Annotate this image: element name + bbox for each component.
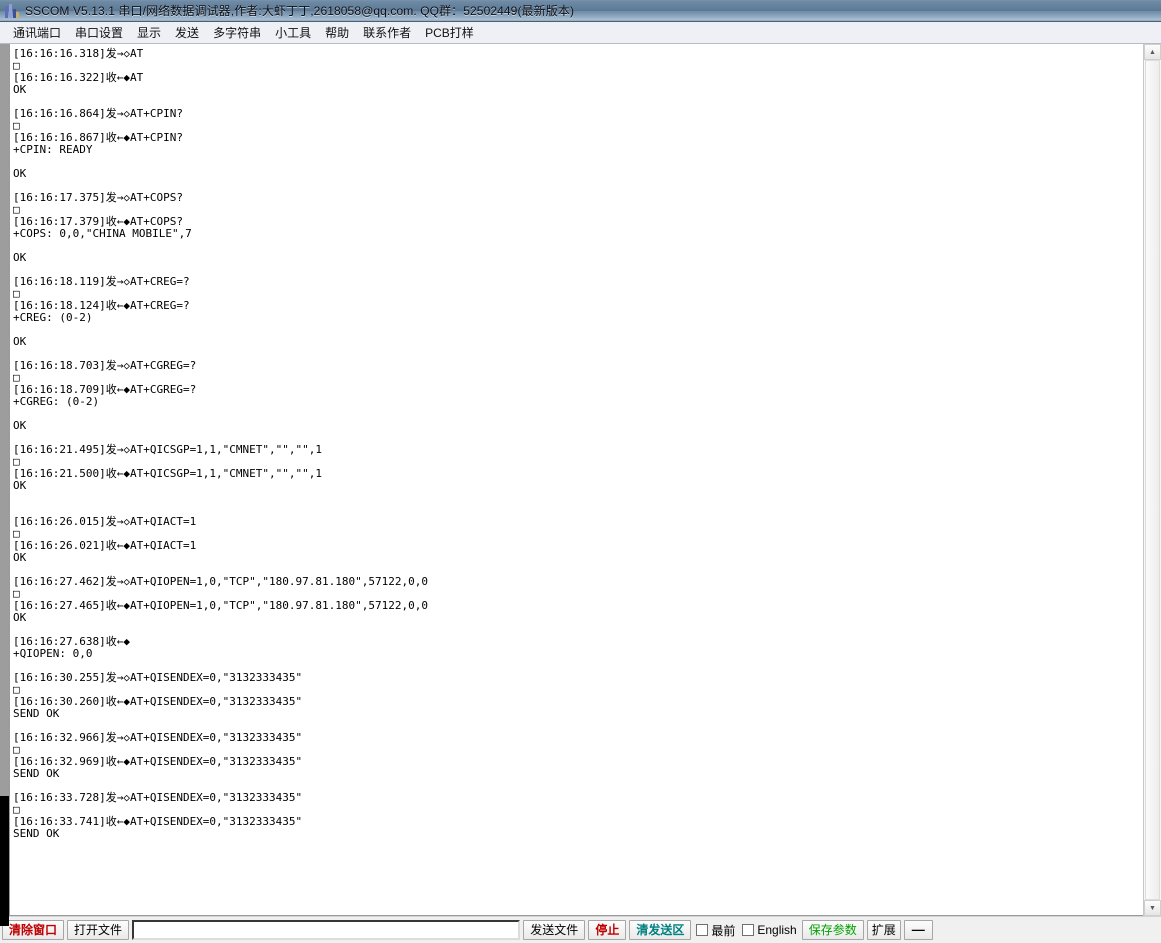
log-line: +CREG: (0-2) [13,311,93,324]
log-line: □ [13,59,20,72]
log-line: [16:16:17.375]发→◇AT+COPS? [13,191,183,204]
log-line: [16:16:30.255]发→◇AT+QISENDEX=0,"31323334… [13,671,303,684]
menu-pcb-proofing[interactable]: PCB打样 [418,22,481,43]
sscom-window: SSCOM V5.13.1 串口/网络数据调试器,作者:大虾丁丁,2618058… [0,0,1161,943]
log-line: +CPIN: READY [13,143,93,156]
bottom-toolbar: 清除窗口 打开文件 发送文件 停止 清发送区 最前 English 保存参数 扩… [0,916,1161,943]
menu-serial-settings[interactable]: 串口设置 [68,22,130,43]
clear-send-area-button[interactable]: 清发送区 [629,920,692,940]
window-title: SSCOM V5.13.1 串口/网络数据调试器,作者:大虾丁丁,2618058… [25,4,575,18]
menu-display[interactable]: 显示 [130,22,168,43]
scroll-up-arrow-icon[interactable]: ▲ [1144,44,1161,60]
topmost-label: 最前 [711,923,736,938]
log-line: OK [13,479,27,492]
log-line: [16:16:33.728]发→◇AT+QISENDEX=0,"31323334… [13,791,303,804]
log-line: +CGREG: (0-2) [13,395,100,408]
log-line: [16:16:30.260]收←◆AT+QISENDEX=0,"31323334… [13,695,303,708]
send-text-input[interactable] [132,920,521,940]
log-line: [16:16:33.741]收←◆AT+QISENDEX=0,"31323334… [13,815,303,828]
log-line: [16:16:32.966]发→◇AT+QISENDEX=0,"31323334… [13,731,303,744]
log-line: +QIOPEN: 0,0 [13,647,93,660]
log-line: [16:16:16.864]发→◇AT+CPIN? [13,107,183,120]
log-line: [16:16:27.638]收←◆ [13,635,130,648]
english-label: English [757,923,797,937]
log-line: [16:16:18.703]发→◇AT+CGREG=? [13,359,197,372]
log-line: [16:16:21.500]收←◆AT+QICSGP=1,1,"CMNET","… [13,467,323,480]
menu-help[interactable]: 帮助 [318,22,356,43]
menu-multi-string[interactable]: 多字符串 [206,22,268,43]
log-line: [16:16:18.119]发→◇AT+CREG=? [13,275,190,288]
stop-button[interactable]: 停止 [588,920,627,940]
menu-send[interactable]: 发送 [168,22,206,43]
log-line: OK [13,419,27,432]
vertical-scrollbar-thumb[interactable] [1145,60,1160,900]
log-line: SEND OK [13,827,60,840]
sscom-app-icon [4,3,20,19]
left-scrollbar[interactable] [0,44,10,926]
menu-contact-author[interactable]: 联系作者 [356,22,418,43]
log-line: OK [13,335,27,348]
left-scrollbar-track[interactable] [0,44,9,796]
vertical-scrollbar[interactable]: ▲ ▼ [1143,44,1161,916]
log-line: OK [13,551,27,564]
clear-window-button[interactable]: 清除窗口 [2,920,65,940]
log-line: [16:16:16.867]收←◆AT+CPIN? [13,131,183,144]
receive-log-panel[interactable]: [16:16:16.318]发→◇AT □ [16:16:16.322]收←◆AT O… [10,44,1143,916]
main-area: [16:16:16.318]发→◇AT □ [16:16:16.322]收←◆AT O… [0,44,1161,926]
log-line: OK [13,611,27,624]
send-file-button[interactable]: 发送文件 [523,920,586,940]
topmost-checkbox[interactable] [696,924,709,936]
log-line: [16:16:27.462]发→◇AT+QIOPEN=1,0,"TCP","18… [13,575,428,588]
open-file-button[interactable]: 打开文件 [67,920,130,940]
scroll-down-arrow-icon[interactable]: ▼ [1144,900,1161,916]
log-line: SEND OK [13,707,60,720]
log-line: OK [13,251,27,264]
log-line: +COPS: 0,0,"CHINA MOBILE",7 [13,227,192,240]
vertical-scrollbar-track[interactable] [1144,60,1161,900]
log-line: [16:16:21.495]发→◇AT+QICSGP=1,1,"CMNET","… [13,443,323,456]
topmost-checkbox-group[interactable]: 最前 [694,922,737,939]
log-line: [16:16:26.021]收←◆AT+QIACT=1 [13,539,197,552]
log-line: [16:16:27.465]收←◆AT+QIOPEN=1,0,"TCP","18… [13,599,428,612]
menu-comm-port[interactable]: 通讯端口 [6,22,68,43]
title-bar: SSCOM V5.13.1 串口/网络数据调试器,作者:大虾丁丁,2618058… [0,0,1161,22]
menu-bar: 通讯端口 串口设置 显示 发送 多字符串 小工具 帮助 联系作者 PCB打样 [0,22,1161,44]
log-line: [16:16:18.124]收←◆AT+CREG=? [13,299,190,312]
left-scrollbar-thumb[interactable] [0,796,9,926]
log-line: SEND OK [13,767,60,780]
save-params-button[interactable]: 保存参数 [801,920,864,940]
log-line: [16:16:32.969]收←◆AT+QISENDEX=0,"31323334… [13,755,303,768]
log-line: [16:16:26.015]发→◇AT+QIACT=1 [13,515,197,528]
log-line: OK [13,83,27,96]
english-checkbox[interactable] [742,924,755,936]
receive-log-text: [16:16:16.318]发→◇AT □ [16:16:16.322]收←◆AT O… [10,44,1143,840]
minimize-button[interactable]: — [903,920,933,940]
english-checkbox-group[interactable]: English [740,923,798,937]
log-line: [16:16:16.318]发→◇AT [13,47,144,60]
menu-tools[interactable]: 小工具 [268,22,318,43]
log-line: [16:16:16.322]收←◆AT [13,71,144,84]
log-line: OK [13,167,27,180]
log-line: [16:16:18.709]收←◆AT+CGREG=? [13,383,197,396]
extend-button[interactable]: 扩展 [866,920,901,940]
